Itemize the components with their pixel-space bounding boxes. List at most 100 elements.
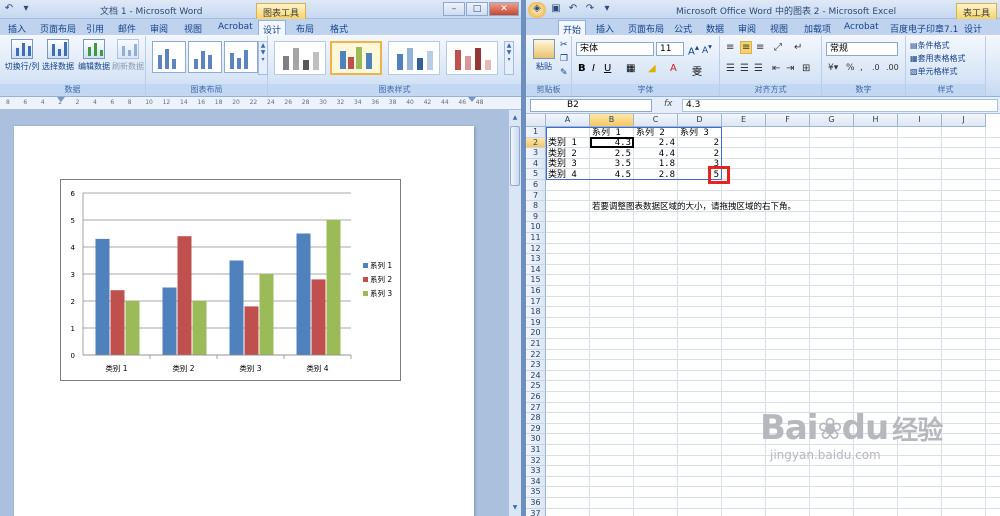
office-button-icon[interactable]: ◈ (528, 2, 546, 18)
cell-styles-button[interactable]: ▧单元格样式 (910, 66, 958, 77)
qat-dropdown-icon[interactable]: ▾ (600, 2, 614, 16)
row-header[interactable]: 11 (526, 233, 546, 244)
row-header[interactable]: 6 (526, 180, 546, 191)
row-header[interactable]: 2 (526, 137, 546, 149)
underline-icon[interactable]: U (604, 63, 611, 74)
column-header[interactable]: H (854, 114, 898, 127)
legend-label[interactable]: 系列 1 (370, 260, 392, 270)
tab-design[interactable]: 设计 (258, 20, 287, 36)
conditional-formatting-button[interactable]: ▤条件格式 (910, 40, 950, 51)
chart-object[interactable]: 0 1 2 3 4 5 6 类别 1 类别 2 类别 3 类别 4 系列 1 系列 2 系列 3 (60, 179, 401, 381)
minimize-icon[interactable]: – (443, 2, 465, 16)
right-indent-marker[interactable] (468, 97, 476, 102)
bar[interactable] (244, 306, 259, 355)
chart-style-red[interactable] (446, 41, 498, 75)
undo-icon[interactable]: ↶ (566, 2, 580, 16)
align-top-icon[interactable]: ≡ (726, 42, 734, 53)
scroll-up-icon[interactable]: ▲ (510, 112, 520, 124)
fill-color-icon[interactable]: ◢ (648, 63, 656, 74)
insert-function-icon[interactable]: fx (664, 99, 678, 112)
wrap-text-icon[interactable]: ↵ (794, 42, 802, 53)
row-header[interactable]: 29 (526, 423, 546, 435)
tab-formulas[interactable]: 公式 (670, 20, 696, 35)
bar[interactable] (192, 301, 207, 355)
qat-dropdown-icon[interactable]: ▾ (19, 2, 33, 16)
align-center-icon[interactable]: ☰ (740, 63, 749, 74)
chart-style-gray[interactable] (274, 41, 326, 75)
row-header[interactable]: 37 (526, 508, 546, 516)
chart-layout-3[interactable] (224, 41, 258, 73)
tab-page-layout[interactable]: 页面布局 (36, 20, 80, 35)
tab-mailings[interactable]: 邮件 (114, 20, 140, 35)
italic-icon[interactable]: I (592, 63, 595, 74)
refresh-data-button[interactable]: 刷新数据 (110, 39, 146, 72)
column-header[interactable]: F (766, 114, 810, 127)
align-left-icon[interactable]: ☰ (726, 63, 735, 74)
row-header[interactable]: 34 (526, 476, 546, 488)
y-tick-label[interactable]: 3 (71, 271, 75, 279)
row-header[interactable]: 8 (526, 201, 546, 212)
style-gallery-scroll[interactable]: ▲ ▼ ▾ (504, 41, 514, 75)
row-header[interactable]: 27 (526, 402, 546, 414)
column-header[interactable]: A (546, 114, 590, 127)
bar-chart[interactable]: 0 1 2 3 4 5 6 类别 1 类别 2 类别 3 类别 4 系列 1 系列 2 系列 3 (61, 180, 402, 382)
chart-layout-2[interactable] (188, 41, 222, 73)
row-header[interactable]: 28 (526, 413, 546, 424)
row-header[interactable]: 24 (526, 370, 546, 382)
row-header[interactable]: 22 (526, 349, 546, 361)
scroll-thumb[interactable] (510, 126, 520, 186)
row-header[interactable]: 23 (526, 360, 546, 371)
legend-swatch[interactable] (363, 291, 368, 296)
indent-marker[interactable] (57, 97, 65, 102)
row-header[interactable]: 17 (526, 296, 546, 308)
row-header[interactable]: 3 (526, 148, 546, 159)
font-name-select[interactable]: 宋体 (576, 42, 654, 56)
tab-view[interactable]: 视图 (180, 20, 206, 35)
row-header[interactable]: 1 (526, 127, 546, 138)
font-color-icon[interactable]: A (670, 63, 677, 74)
row-header[interactable]: 33 (526, 466, 546, 477)
row-header[interactable]: 9 (526, 211, 546, 223)
row-header[interactable]: 32 (526, 455, 546, 467)
row-header[interactable]: 36 (526, 498, 546, 509)
save-icon[interactable]: ▣ (549, 2, 563, 16)
tab-layout[interactable]: 布局 (292, 20, 318, 35)
row-header[interactable]: 12 (526, 243, 546, 255)
y-tick-label[interactable]: 1 (71, 325, 75, 333)
increase-indent-icon[interactable]: ⇥ (786, 63, 794, 74)
increase-decimal-icon[interactable]: .0 (872, 63, 880, 72)
column-header[interactable]: E (722, 114, 766, 127)
formula-input[interactable]: 4.3 (682, 99, 998, 112)
copy-icon[interactable]: ❐ (560, 54, 568, 64)
row-header[interactable]: 31 (526, 445, 546, 456)
chart-layout-1[interactable] (152, 41, 186, 73)
active-cell[interactable] (590, 136, 634, 149)
row-header[interactable]: 10 (526, 222, 546, 233)
row-header[interactable]: 35 (526, 487, 546, 498)
row-header[interactable]: 25 (526, 381, 546, 392)
merge-center-icon[interactable]: ⊞ (802, 63, 810, 74)
row-header[interactable]: 13 (526, 254, 546, 265)
row-header[interactable]: 15 (526, 275, 546, 286)
column-header[interactable]: C (634, 114, 678, 127)
align-bottom-icon[interactable]: ≡ (756, 42, 764, 53)
tab-acrobat[interactable]: Acrobat (840, 20, 883, 35)
tab-design[interactable]: 设计 (960, 20, 986, 35)
y-tick-label[interactable]: 2 (71, 298, 75, 306)
align-right-icon[interactable]: ☰ (754, 63, 763, 74)
legend-label[interactable]: 系列 3 (370, 288, 392, 298)
row-header[interactable]: 16 (526, 286, 546, 297)
number-format-select[interactable]: 常规 (826, 42, 898, 56)
decrease-indent-icon[interactable]: ⇤ (772, 63, 780, 74)
row-header[interactable]: 18 (526, 307, 546, 318)
horizontal-ruler[interactable]: 8 6 4 2 2 4 6 8 10 12 14 16 18 20 22 24 26 28 30 32 34 36 38 40… (0, 97, 521, 110)
bar[interactable] (95, 238, 110, 355)
borders-icon[interactable]: ▦ (626, 63, 635, 74)
bar[interactable] (229, 260, 244, 356)
bar[interactable] (311, 279, 326, 355)
tab-page-layout[interactable]: 页面布局 (624, 20, 668, 35)
format-painter-icon[interactable]: ✎ (560, 68, 568, 78)
percent-icon[interactable]: % (846, 63, 855, 73)
legend-swatch[interactable] (363, 263, 368, 268)
x-tick-label[interactable]: 类别 3 (239, 363, 261, 373)
